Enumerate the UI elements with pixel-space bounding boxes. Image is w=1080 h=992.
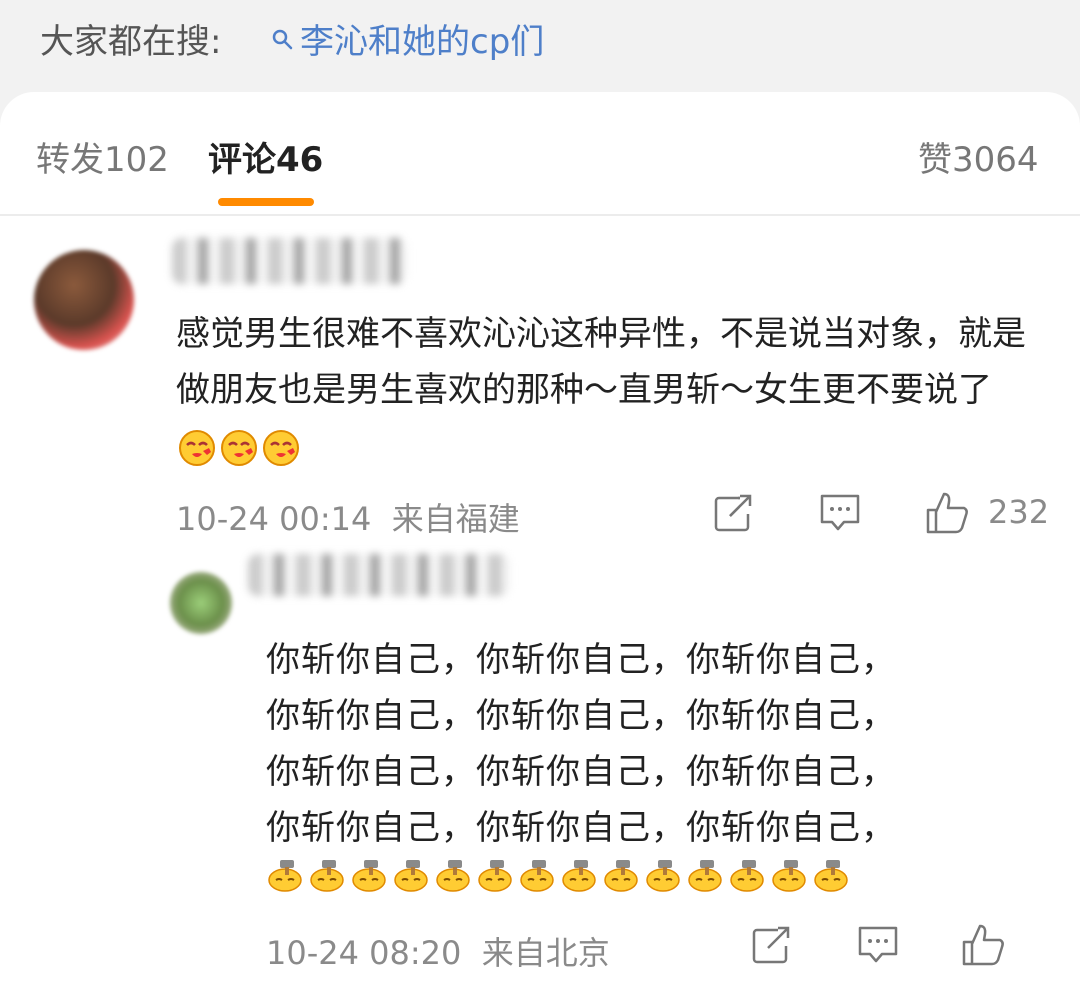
tab-bar: 转发102 评论46 赞3064	[0, 92, 1080, 216]
search-suggestion-link[interactable]: 李沁和她的cp们	[270, 14, 544, 63]
search-icon	[272, 29, 293, 49]
reply-icon	[820, 494, 860, 531]
hammer-emoji	[394, 860, 428, 892]
comment-panel: 转发102 评论46 赞3064 感觉男生很难不喜欢沁沁这种异性，不是说当对象，…	[0, 92, 1080, 992]
share-icon	[752, 926, 792, 964]
hammer-emoji	[562, 860, 596, 892]
reply-line: 你斩你自己，你斩你自己，你斩你自己，	[266, 696, 896, 736]
hammer-emoji	[478, 860, 512, 892]
hammer-emoji	[688, 860, 722, 892]
hammer-emoji	[814, 860, 848, 892]
reply-button[interactable]	[856, 924, 900, 966]
active-tab-indicator	[218, 198, 314, 206]
like-icon	[926, 492, 968, 534]
hammer-emoji	[646, 860, 680, 892]
like-button[interactable]: 232	[924, 490, 1049, 534]
hammer-emoji	[436, 860, 470, 892]
comment-time: 10-24 00:14	[176, 500, 372, 538]
hammer-emoji	[772, 860, 806, 892]
comment-meta: 10-24 00:14 来自福建	[176, 494, 520, 540]
hammer-emoji	[604, 860, 638, 892]
avatar[interactable]	[34, 250, 134, 350]
tab-repost[interactable]: 转发102	[36, 132, 169, 181]
share-button[interactable]	[712, 492, 754, 534]
reply-meta: 10-24 08:20 来自北京	[266, 928, 610, 974]
share-button[interactable]	[750, 924, 792, 966]
username-redacted[interactable]	[248, 554, 510, 596]
kiss-emoji	[179, 429, 215, 466]
reply-time: 10-24 08:20	[266, 934, 462, 972]
kiss-emoji	[263, 429, 299, 466]
reply-line: 你斩你自己，你斩你自己，你斩你自己，	[266, 808, 896, 848]
reply-body: 你斩你自己，你斩你自己，你斩你自己， 你斩你自己，你斩你自己，你斩你自己， 你斩…	[266, 632, 1026, 856]
search-prefix: 大家都在搜:	[40, 22, 222, 62]
hammer-emoji	[310, 860, 344, 892]
search-suggestion-text: 李沁和她的cp们	[300, 22, 545, 62]
kiss-emoji	[221, 429, 257, 466]
hammer-emoji	[352, 860, 386, 892]
hammer-emoji	[730, 860, 764, 892]
comment-text: 感觉男生很难不喜欢沁沁这种异性，不是说当对象，就是做朋友也是男生喜欢的那种～直男…	[176, 314, 1026, 410]
tab-likes[interactable]: 赞3064	[918, 132, 1039, 181]
reply-line: 你斩你自己，你斩你自己，你斩你自己，	[266, 752, 896, 792]
like-button[interactable]	[960, 922, 1006, 966]
username-redacted[interactable]	[172, 238, 408, 284]
reply-location: 来自北京	[481, 934, 610, 972]
like-count: 232	[988, 493, 1050, 531]
hammer-emoji	[268, 860, 302, 892]
like-icon	[962, 924, 1004, 966]
share-icon	[714, 494, 754, 532]
hammer-emoji-row	[266, 854, 854, 892]
comment-body: 感觉男生很难不喜欢沁沁这种异性，不是说当对象，就是做朋友也是男生喜欢的那种～直男…	[176, 306, 1036, 474]
reply-icon	[858, 926, 898, 963]
tab-comments[interactable]: 评论46	[208, 132, 323, 181]
emoji-row	[176, 429, 302, 467]
search-bar: 大家都在搜: 李沁和她的cp们	[0, 0, 1080, 90]
avatar[interactable]	[170, 572, 232, 634]
reply-line: 你斩你自己，你斩你自己，你斩你自己，	[266, 640, 896, 680]
hammer-emoji	[520, 860, 554, 892]
comment-location: 来自福建	[391, 500, 520, 538]
reply-button[interactable]	[818, 492, 862, 534]
